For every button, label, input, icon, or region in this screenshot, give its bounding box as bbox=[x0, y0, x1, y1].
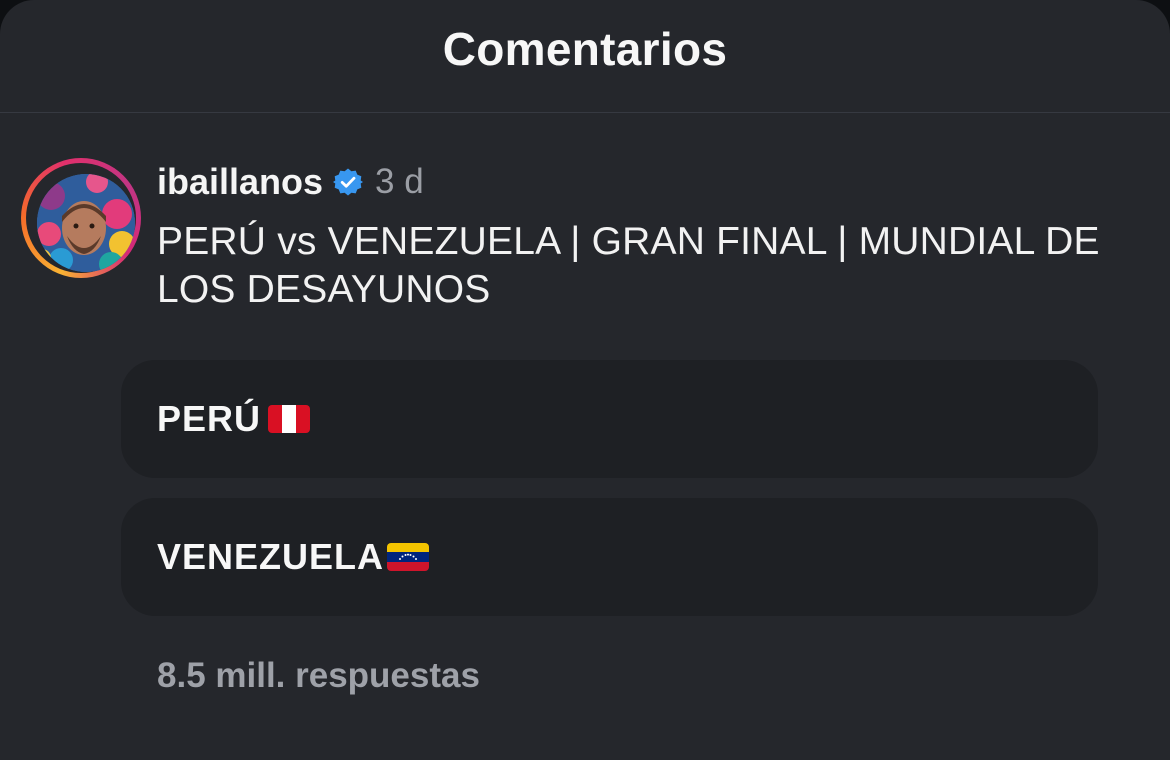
verified-badge-icon bbox=[333, 167, 364, 197]
avatar[interactable] bbox=[21, 158, 141, 278]
avatar-picture-icon bbox=[37, 174, 135, 272]
venezuela-flag-icon bbox=[387, 543, 429, 571]
poll-option-peru[interactable]: PERÚ bbox=[121, 360, 1098, 478]
page-title: Comentarios bbox=[442, 23, 728, 75]
post-meta: ibaillanos 3 d bbox=[157, 161, 424, 203]
post-timestamp: 3 d bbox=[375, 162, 424, 201]
comments-sheet: Comentarios ibaillanos 3 d PERÚ vs VENEZ… bbox=[0, 0, 1170, 760]
view-replies-link[interactable]: 8.5 mill. respuestas bbox=[157, 656, 480, 696]
username[interactable]: ibaillanos bbox=[157, 161, 323, 203]
poll-option-label: PERÚ bbox=[157, 398, 262, 439]
post-caption: PERÚ vs VENEZUELA | GRAN FINAL | MUNDIAL… bbox=[157, 220, 1100, 311]
poll-option-label: VENEZUELA bbox=[157, 536, 385, 577]
poll-option-venezuela[interactable]: VENEZUELA bbox=[121, 498, 1098, 616]
avatar-image bbox=[37, 174, 135, 272]
comments-header: Comentarios bbox=[0, 0, 1170, 113]
peru-flag-icon bbox=[268, 405, 310, 433]
